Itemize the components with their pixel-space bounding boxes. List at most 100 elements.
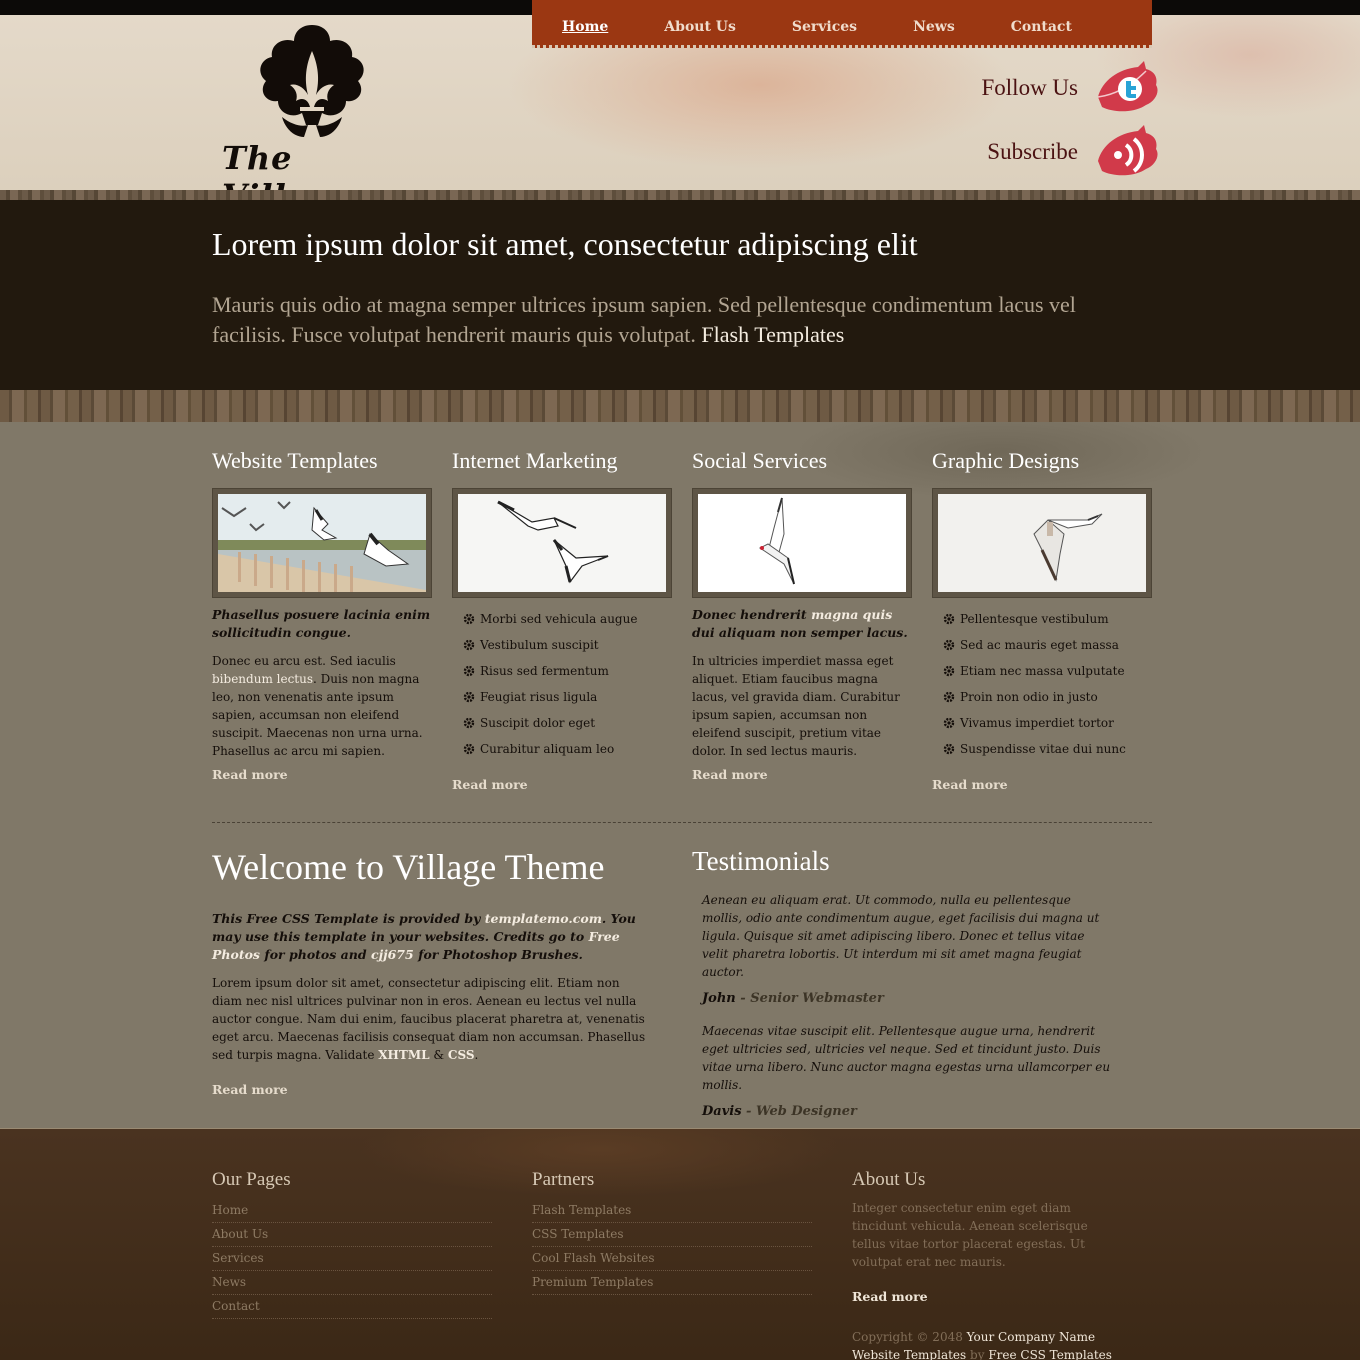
footer-link-services[interactable]: Services: [212, 1247, 492, 1271]
hero-banner: Lorem ipsum dolor sit amet, consectetur …: [0, 200, 1360, 390]
cjj675-link[interactable]: cjj675: [371, 947, 414, 962]
column-lead: Donec hendrerit magna quis dui aliquam n…: [692, 606, 912, 642]
footer-link-css-templates[interactable]: CSS Templates: [532, 1223, 812, 1247]
welcome-body-amp: &: [433, 1048, 445, 1062]
footer-link-home[interactable]: Home: [212, 1199, 492, 1223]
footer-link-contact[interactable]: Contact: [212, 1295, 492, 1319]
nav-about-us[interactable]: About Us: [664, 19, 736, 45]
list-item: Suscipit dolor eget: [462, 710, 672, 736]
gear-bullet-icon: [943, 717, 955, 729]
column-lead-text: Donec hendrerit: [692, 607, 807, 622]
follow-us-label: Follow Us: [981, 75, 1079, 100]
seagulls-pier-image[interactable]: [218, 494, 426, 592]
read-more-link[interactable]: Read more: [212, 767, 288, 782]
header: The Village Home About Us Services News …: [0, 0, 1360, 215]
css-link[interactable]: CSS: [448, 1048, 475, 1062]
column-title: Internet Marketing: [452, 448, 618, 473]
header-stripe: [0, 190, 1360, 200]
testimonial-sep: -: [735, 991, 751, 1006]
list-item: Pellentesque vestibulum: [942, 606, 1152, 632]
footer-link-premium-templates[interactable]: Premium Templates: [532, 1271, 812, 1295]
column-body-text: Donec eu arcu est. Sed iaculis: [212, 654, 396, 668]
hero-link[interactable]: Flash Templates: [701, 322, 844, 347]
column-lead: Phasellus posuere lacinia enim sollicitu…: [212, 607, 431, 640]
column-title: Social Services: [692, 448, 828, 473]
footer-link-cool-flash-websites[interactable]: Cool Flash Websites: [532, 1247, 812, 1271]
subscribe-link[interactable]: Subscribe: [987, 125, 1160, 179]
list-item: Curabitur aliquam leo: [462, 736, 672, 762]
column-lead-text: dui aliquam non semper lacus.: [692, 625, 908, 640]
seagull-gliding-image[interactable]: [698, 494, 906, 592]
column-title: Graphic Designs: [932, 448, 1080, 473]
company-link[interactable]: Your Company Name: [967, 1330, 1095, 1344]
nav-home[interactable]: Home: [562, 19, 608, 45]
testimonial-quote: Aenean eu aliquam erat. Ut commodo, null…: [702, 893, 1100, 979]
column-body-link[interactable]: bibendum lectus: [212, 672, 313, 686]
welcome-lead-text: for Photoshop Brushes.: [418, 947, 583, 962]
footer-about-us: About Us Integer consectetur enim eget d…: [852, 1169, 1132, 1360]
footer-our-pages: Our Pages Home About Us Services News Co…: [212, 1169, 492, 1319]
feature-list: Morbi sed vehicula augue Vestibulum susc…: [452, 606, 672, 762]
read-more-link[interactable]: Read more: [932, 777, 1008, 792]
column-internet-marketing: Internet Marketing Morbi sed vehicula au…: [452, 448, 672, 762]
wood-divider: [0, 390, 1360, 422]
feature-list: Pellentesque vestibulum Sed ac mauris eg…: [932, 606, 1152, 762]
website-templates-link[interactable]: Website Templates: [852, 1348, 966, 1360]
nav-services[interactable]: Services: [792, 19, 857, 45]
subscribe-label: Subscribe: [987, 139, 1078, 164]
list-item: Risus sed fermentum: [462, 658, 672, 684]
column-image-frame: [692, 488, 912, 598]
follow-us-link[interactable]: Follow Us: [982, 61, 1161, 115]
list-item-label: Curabitur aliquam leo: [480, 742, 615, 756]
gear-bullet-icon: [463, 613, 475, 625]
welcome-body-end: .: [474, 1048, 479, 1062]
list-item: Sed ac mauris eget massa: [942, 632, 1152, 658]
list-item-label: Suspendisse vitae dui nunc: [960, 742, 1126, 756]
column-lead-link[interactable]: magna quis: [811, 607, 892, 622]
templatemo-link[interactable]: templatemo.com: [485, 911, 602, 926]
copyright-text: Copyright © 2048: [852, 1330, 963, 1344]
footer: Our Pages Home About Us Services News Co…: [0, 1128, 1360, 1360]
gear-bullet-icon: [943, 691, 955, 703]
twitter-leaf-icon: [1097, 61, 1158, 112]
read-more-link[interactable]: Read more: [692, 767, 768, 782]
testimonials-title: Testimonials: [692, 846, 830, 876]
welcome-lead-text: This Free CSS Template is provided by: [212, 911, 481, 926]
testimonial-quote: Maecenas vitae suscipit elit. Pellentesq…: [702, 1024, 1111, 1092]
welcome-lead-text: for photos and: [264, 947, 367, 962]
footer-about-text: Integer consectetur enim eget diam tinci…: [852, 1201, 1088, 1269]
footer-link-about-us[interactable]: About Us: [212, 1223, 492, 1247]
site-logo[interactable]: The Village: [222, 21, 412, 215]
footer-link-news[interactable]: News: [212, 1271, 492, 1295]
section-divider: [212, 822, 1152, 823]
footer-heading: About Us: [852, 1169, 926, 1190]
gear-bullet-icon: [463, 639, 475, 651]
rss-leaf-icon: [1098, 125, 1158, 176]
footer-heading: Partners: [532, 1169, 595, 1190]
testimonial-name: Davis: [702, 1104, 742, 1119]
testimonial-role: Senior Webmaster: [750, 991, 884, 1006]
list-item: Etiam nec massa vulputate: [942, 658, 1152, 684]
column-image-frame: [452, 488, 672, 598]
nav-news[interactable]: News: [913, 19, 955, 45]
hero-title: Lorem ipsum dolor sit amet, consectetur …: [212, 226, 918, 262]
read-more-link[interactable]: Read more: [212, 1082, 288, 1097]
read-more-link[interactable]: Read more: [452, 777, 528, 792]
testimonial-sep: -: [741, 1104, 756, 1119]
column-image-frame: [932, 488, 1152, 598]
list-item-label: Risus sed fermentum: [480, 664, 609, 678]
seagull-image[interactable]: [938, 494, 1146, 592]
xhtml-link[interactable]: XHTML: [378, 1048, 429, 1062]
list-item: Vivamus imperdiet tortor: [942, 710, 1152, 736]
gear-bullet-icon: [463, 717, 475, 729]
footer-read-more-link[interactable]: Read more: [852, 1289, 1132, 1304]
nav-contact[interactable]: Contact: [1011, 19, 1072, 45]
free-css-templates-link[interactable]: Free CSS Templates: [988, 1348, 1112, 1360]
gear-bullet-icon: [463, 743, 475, 755]
footer-link-flash-templates[interactable]: Flash Templates: [532, 1199, 812, 1223]
list-item-label: Proin non odio in justo: [960, 690, 1098, 704]
welcome-title: Welcome to Village Theme: [212, 847, 605, 887]
gear-bullet-icon: [463, 691, 475, 703]
seagulls-flying-image[interactable]: [458, 494, 666, 592]
column-image-frame: [212, 488, 432, 598]
